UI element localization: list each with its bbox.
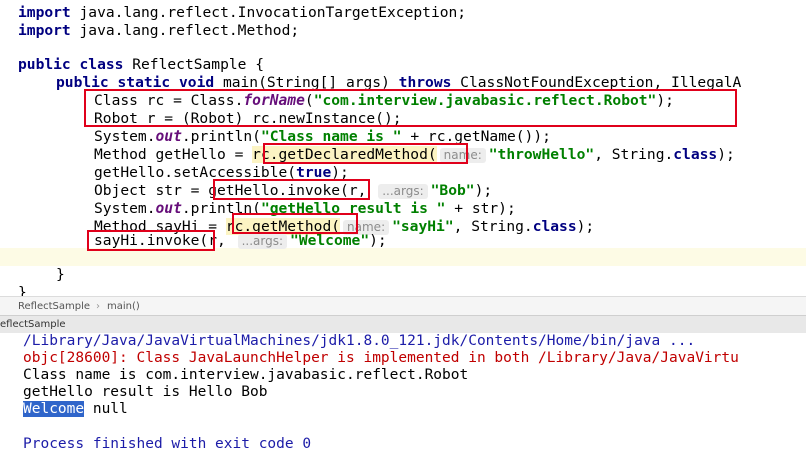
annotation-box-getdeclaredmethod xyxy=(263,143,468,164)
string-literal: "sayHi" xyxy=(392,218,454,235)
code-line-17: } xyxy=(18,284,27,296)
console-line-class-name: Class name is com.interview.javabasic.re… xyxy=(23,367,469,383)
run-tab-label[interactable]: eflectSample xyxy=(0,316,66,333)
run-console[interactable]: /Library/Java/JavaVirtualMachines/jdk1.8… xyxy=(0,333,806,455)
string-literal: "Bob" xyxy=(430,182,475,199)
static-field: out xyxy=(155,200,182,217)
code-line-16: } xyxy=(56,266,65,284)
code-text: ); xyxy=(717,146,735,163)
console-line-gethello-result: getHello result is Hello Bob xyxy=(23,384,268,400)
closing-brace: } xyxy=(56,266,65,283)
code-text: System. xyxy=(94,200,156,217)
breadcrumb-separator: › xyxy=(96,301,100,312)
console-line-exit-code: Process finished with exit code 0 xyxy=(23,436,312,452)
selected-text[interactable]: Welcome xyxy=(23,401,85,417)
console-text: null xyxy=(84,401,128,417)
annotation-box-sayhi-invoke xyxy=(87,230,215,251)
static-field: out xyxy=(155,128,182,145)
breadcrumb-method[interactable]: main() xyxy=(107,297,140,316)
annotation-box-forname xyxy=(84,89,737,127)
keyword: import xyxy=(18,22,71,39)
console-line-welcome: Welcome null xyxy=(23,401,128,418)
console-line-java-command: /Library/Java/JavaVirtualMachines/jdk1.8… xyxy=(23,333,696,349)
code-line-2: import java.lang.reflect.Method; xyxy=(18,22,299,40)
parameter-hint: ...args: xyxy=(237,234,288,249)
keyword: class xyxy=(532,218,577,235)
code-editor[interactable]: import java.lang.reflect.InvocationTarge… xyxy=(0,0,806,296)
breadcrumb: ReflectSample › main() xyxy=(0,296,806,316)
keyword: public class xyxy=(18,56,124,73)
closing-brace: } xyxy=(18,284,27,296)
annotation-box-getmethod xyxy=(232,213,358,234)
keyword: class xyxy=(673,146,718,163)
code-text: .println( xyxy=(181,128,261,145)
run-tab-bar: eflectSample xyxy=(0,315,806,334)
string-literal: "throwHello" xyxy=(488,146,595,163)
code-text: ); xyxy=(369,232,387,249)
code-text: , String. xyxy=(594,146,674,163)
code-text: , String. xyxy=(453,218,533,235)
code-text: + str); xyxy=(445,200,516,217)
code-line-1: import java.lang.reflect.InvocationTarge… xyxy=(18,4,466,22)
breadcrumb-class[interactable]: ReflectSample xyxy=(18,297,90,316)
string-literal: "Welcome" xyxy=(290,232,370,249)
code-text: Object str = xyxy=(94,182,209,199)
code-text: ); xyxy=(576,218,595,235)
keyword: import xyxy=(18,4,71,21)
code-text: System. xyxy=(94,128,156,145)
code-text: Method getHello = xyxy=(94,146,253,163)
code-text: ); xyxy=(474,182,493,199)
code-text: ReflectSample { xyxy=(123,56,265,73)
code-line-4: public class ReflectSample { xyxy=(18,56,264,74)
parameter-hint: ...args: xyxy=(378,184,428,199)
code-text: java.lang.reflect.Method; xyxy=(70,22,300,39)
console-line-objc-warning: objc[28600]: Class JavaLaunchHelper is i… xyxy=(23,350,739,366)
code-text: java.lang.reflect.InvocationTargetExcept… xyxy=(70,4,467,21)
annotation-box-invoke xyxy=(213,179,370,200)
